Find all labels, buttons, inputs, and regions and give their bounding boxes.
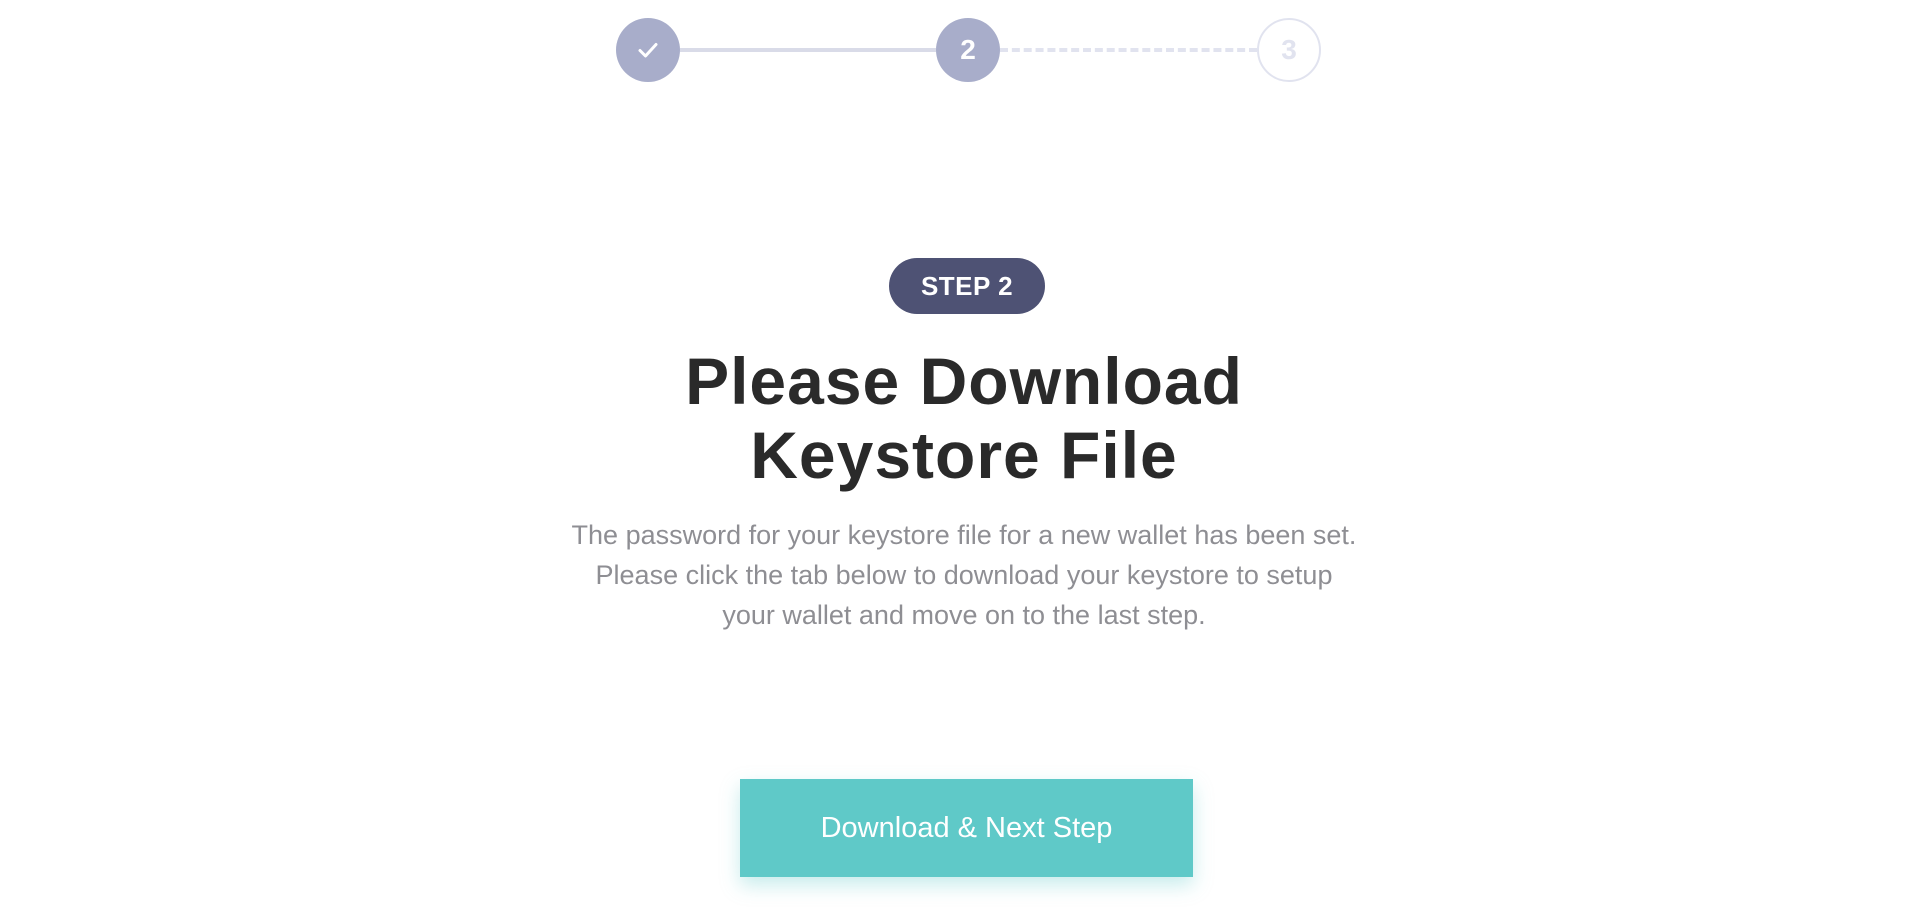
description-line-1: The password for your keystore file for … [571,520,1357,550]
check-icon [638,43,658,58]
description-line-3: your wallet and move on to the last step… [722,600,1206,630]
page: 2 3 STEP 2 Please Download Keystore File… [0,0,1928,910]
download-next-step-button[interactable]: Download & Next Step [740,779,1193,877]
page-title: Please Download Keystore File [564,344,1364,492]
step-2-indicator: 2 [936,18,1000,82]
step-2-number: 2 [960,34,976,65]
step-3-indicator: 3 [1257,18,1321,82]
progress-stepper: 2 3 [0,0,1928,110]
step-badge: STEP 2 [889,258,1045,314]
stepper-connector-pending [1000,48,1257,52]
title-line-1: Please Download [685,344,1243,418]
title-line-2: Keystore File [750,418,1178,492]
description-line-2: Please click the tab below to download y… [595,560,1333,590]
stepper-connector-complete [680,48,936,52]
step-3-number: 3 [1281,34,1297,65]
step-1-indicator [616,18,680,82]
description-text: The password for your keystore file for … [514,515,1414,635]
